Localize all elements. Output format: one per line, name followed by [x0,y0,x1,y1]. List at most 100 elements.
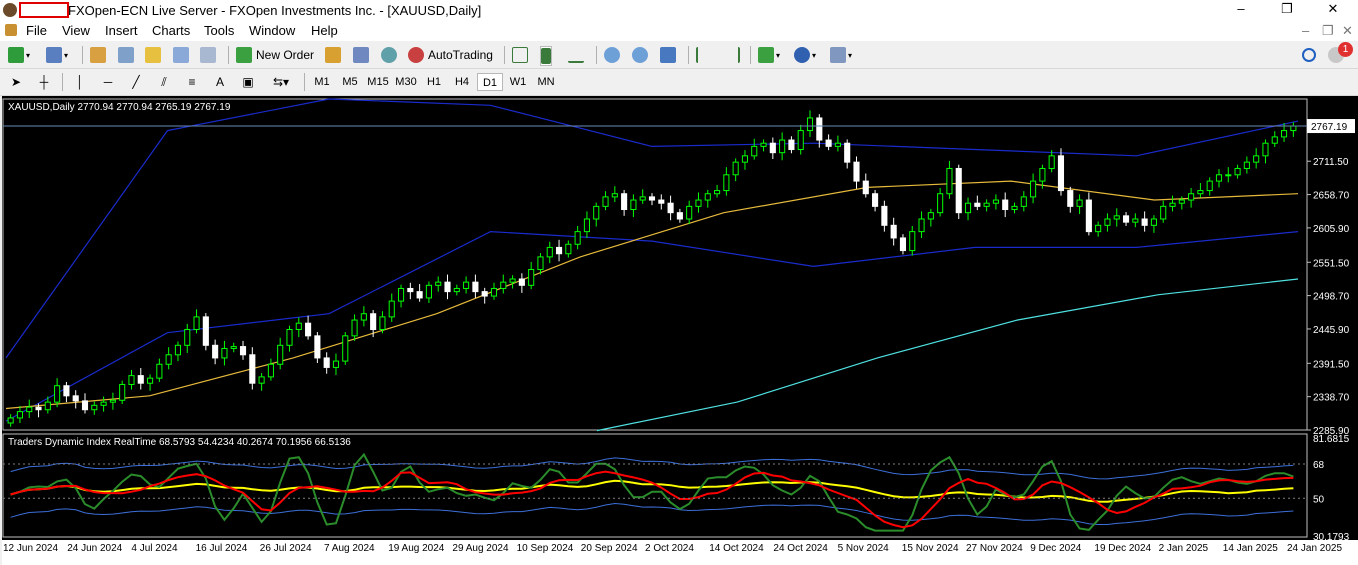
indicators-button[interactable]: ▾ [758,46,780,64]
horizontal-line-icon: ─ [103,75,113,89]
text-tool-icon: A [215,75,224,89]
candle-body [500,281,507,289]
channel-button[interactable]: ⫽ [156,73,172,91]
doc-restore-button[interactable]: ❐ [1322,23,1334,39]
new-chart-button[interactable]: ▾ [8,46,30,64]
timeframe-m1[interactable]: M1 [309,73,335,91]
standard-toolbar: ▾ ▾ New Order AutoTrading ▾ ▾ ▾ 1 [0,42,1358,69]
menu-help[interactable]: Help [311,23,338,38]
new-order-button[interactable]: New Order [236,46,314,64]
gold-button[interactable] [325,46,341,64]
gold-bars-icon [325,47,341,63]
date-label: 27 Nov 2024 [966,543,1023,554]
toolbar-separator [304,73,305,91]
zoom-out-button[interactable] [632,46,648,64]
timeframe-h1[interactable]: H1 [421,73,447,91]
current-price-label: 2767.19 [1311,122,1348,133]
timeframe-h4[interactable]: H4 [449,73,475,91]
timeframe-d1[interactable]: D1 [477,73,503,91]
candle-body [1057,155,1065,192]
arrows-tool-button[interactable]: ⇆▾ [268,73,294,91]
tile-windows-button[interactable] [660,46,676,64]
chart-canvas[interactable]: 2711.50 2658.70 2605.90 2551.50 2498.70 2445.… [2,96,1358,540]
price-label: 2605.90 [1313,224,1350,235]
price-label: 2711.50 [1313,157,1349,168]
candle-body [295,322,302,331]
candle-body [1271,136,1278,144]
menu-window[interactable]: Window [249,23,295,38]
chart-shift-button[interactable] [724,46,740,64]
market-watch-button[interactable] [90,46,106,64]
autoscroll-button[interactable] [696,46,712,64]
data-window-button[interactable] [118,46,134,64]
candle-body [370,313,377,331]
candle-body [695,199,702,207]
signals-button[interactable] [353,46,369,64]
close-button[interactable]: ✕ [1310,0,1356,20]
navigator-button[interactable] [145,46,161,64]
zoom-in-icon [604,47,620,63]
timeframe-m5[interactable]: M5 [337,73,363,91]
label-tool-button[interactable]: ▣ [240,73,256,91]
timeframe-mn[interactable]: MN [533,73,559,91]
candle-body [472,281,479,293]
terminal-button[interactable] [173,46,189,64]
timeframe-m30[interactable]: M30 [393,73,419,91]
candle-body [899,237,907,252]
cursor-tool-button[interactable]: ➤ [8,73,24,91]
horizontal-line-button[interactable]: ─ [100,73,116,91]
candle-body [937,193,944,214]
date-label: 14 Oct 2024 [709,543,764,554]
candlestick-button[interactable] [540,46,552,66]
chart-window[interactable]: 2711.50 2658.70 2605.90 2551.50 2498.70 2445.… [2,96,1358,540]
menu-insert[interactable]: Insert [105,23,138,38]
crosshair-tool-button[interactable]: ┼ [36,73,52,91]
line-chart-button[interactable] [568,46,584,64]
crosshair-move-icon [118,47,134,63]
cursor-arrow-icon: ➤ [10,75,22,89]
candle-body [825,139,832,147]
candle-body [54,385,61,403]
text-tool-button[interactable]: A [212,73,228,91]
candle-body [658,199,665,204]
minimize-button[interactable]: – [1218,0,1264,20]
templates-button[interactable]: ▾ [830,46,852,64]
candle-body [165,354,172,365]
candle-body [1011,205,1018,211]
timeframe-w1[interactable]: W1 [505,73,531,91]
notification-badge: 1 [1338,42,1353,57]
fibonacci-button[interactable]: ≡ [184,73,200,91]
periods-button[interactable]: ▾ [794,46,816,64]
drawing-toolbar: ➤ ┼ │ ─ ╱ ⫽ ≡ A ▣ ⇆▾ M1 M5 M15 M30 H1 H4… [0,69,1358,96]
candle-body [1122,215,1130,223]
profiles-button[interactable]: ▾ [46,46,68,64]
candle-body [834,142,841,147]
candle-body [788,139,795,151]
zoom-in-button[interactable] [604,46,620,64]
candle-body [239,346,247,356]
bar-chart-button[interactable] [512,46,528,64]
trendline-button[interactable]: ╱ [128,73,144,91]
maximize-button[interactable]: ❐ [1264,0,1310,20]
search-button[interactable] [1302,46,1316,64]
candle-body [16,411,23,419]
new-order-icon [236,47,252,63]
vertical-line-button[interactable]: │ [72,73,88,91]
strategy-tester-button[interactable] [200,46,216,64]
doc-close-button[interactable]: ✕ [1342,23,1353,39]
date-label: 24 Oct 2024 [773,543,828,554]
menu-tools[interactable]: Tools [204,23,234,38]
autotrading-button[interactable]: AutoTrading [408,46,493,64]
timeframe-m15[interactable]: M15 [365,73,391,91]
doc-minimize-button[interactable]: – [1302,23,1309,38]
market-button[interactable] [381,46,397,64]
candle-body [1039,167,1046,182]
candle-body [1085,199,1092,233]
notifications-button[interactable]: 1 [1328,42,1353,64]
menu-charts[interactable]: Charts [152,23,190,38]
menu-file[interactable]: File [26,23,47,38]
candle-body [630,199,637,211]
candle-body [528,269,535,286]
candle-body [927,212,934,220]
menu-view[interactable]: View [62,23,90,38]
